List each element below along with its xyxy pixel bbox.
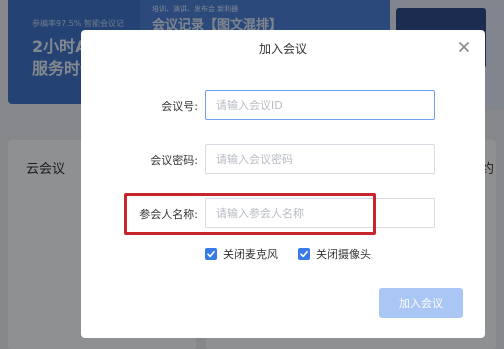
mute-mic-checkbox[interactable] [205, 248, 217, 260]
password-label: 会议密码: [150, 154, 198, 167]
mute-mic-option[interactable]: 关闭麦克风 [205, 246, 278, 262]
dialog-title: 加入会议 [258, 42, 307, 56]
password-input[interactable] [205, 144, 435, 174]
checkmark-icon [207, 250, 215, 258]
meeting-id-label: 会议号: [161, 100, 198, 113]
close-icon[interactable] [457, 39, 471, 53]
mute-mic-label: 关闭麦克风 [223, 248, 278, 261]
disable-camera-checkbox[interactable] [298, 248, 310, 260]
participant-name-label: 参会人名称: [139, 208, 198, 221]
join-meeting-button[interactable]: 加入会议 [379, 288, 463, 318]
disable-camera-label: 关闭摄像头 [316, 248, 371, 261]
checkmark-icon [300, 250, 308, 258]
join-meeting-dialog: 加入会议 会议号: 会议密码: 参会人名称: 关闭麦克风 关闭摄像头 加入会议 [81, 30, 485, 338]
disable-camera-option[interactable]: 关闭摄像头 [298, 246, 371, 262]
meeting-id-input[interactable] [205, 90, 435, 120]
participant-name-input[interactable] [205, 198, 435, 228]
